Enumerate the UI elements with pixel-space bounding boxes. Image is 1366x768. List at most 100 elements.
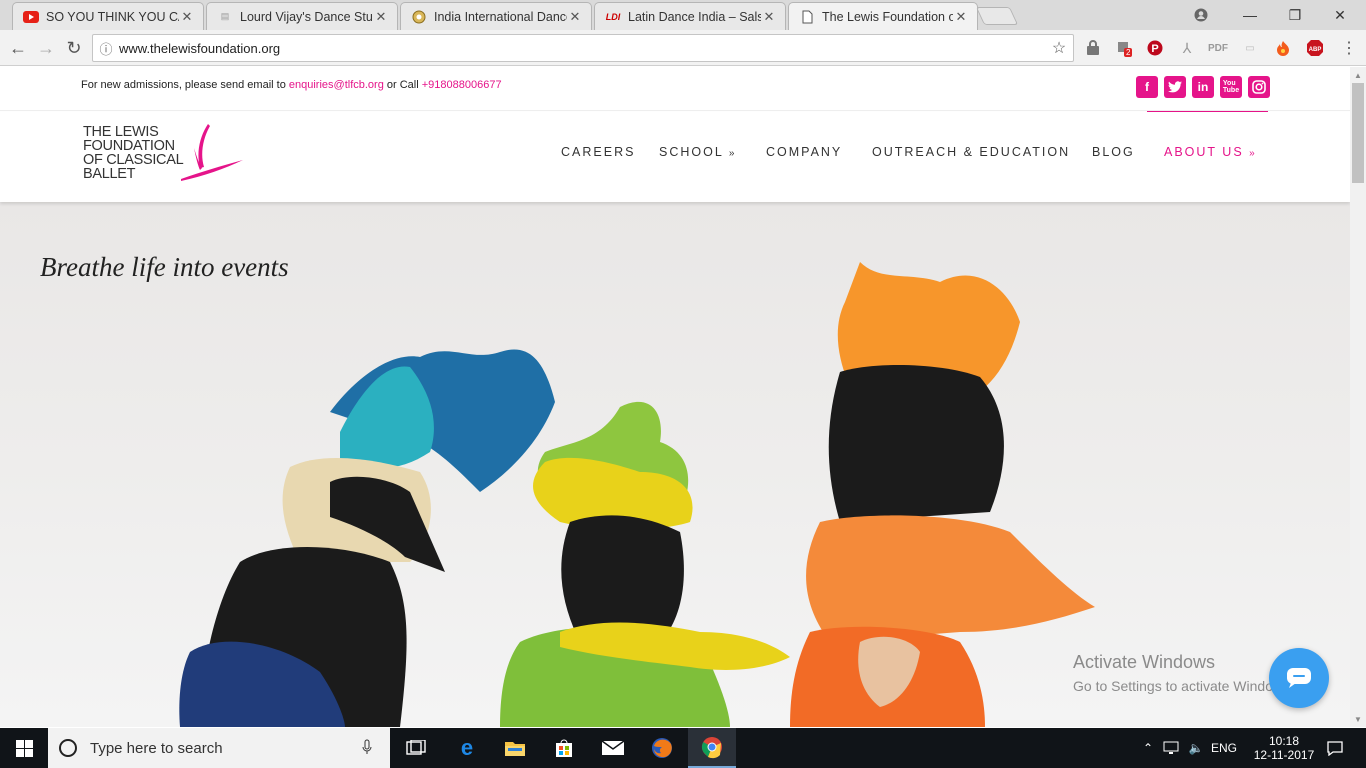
- phone-link[interactable]: +918088006677: [422, 79, 502, 91]
- clock-date: 12-11-2017: [1253, 748, 1315, 762]
- chrome-icon[interactable]: [688, 728, 736, 768]
- close-tab-icon[interactable]: ✕: [761, 9, 777, 25]
- firefox-icon[interactable]: [638, 728, 686, 768]
- store-icon[interactable]: [540, 728, 588, 768]
- browser-tab[interactable]: LDI Latin Dance India – Salsa ✕: [594, 2, 786, 30]
- web-page: For new admissions, please send email to…: [0, 67, 1350, 727]
- action-center-icon[interactable]: [1320, 728, 1350, 768]
- nav-careers[interactable]: CAREERS: [561, 145, 635, 159]
- svg-text:ABP: ABP: [1309, 47, 1322, 53]
- acrobat-icon[interactable]: ⅄: [1177, 38, 1197, 58]
- close-window-icon[interactable]: ✕: [1317, 0, 1363, 30]
- instagram-icon[interactable]: [1248, 76, 1270, 98]
- microphone-icon[interactable]: [362, 739, 372, 758]
- menu-icon[interactable]: ⋮: [1339, 38, 1359, 58]
- language-indicator[interactable]: ENG: [1208, 728, 1240, 768]
- nav-label: CAREERS: [561, 145, 636, 159]
- social-links: f in You Tube: [1136, 76, 1270, 98]
- adblock-icon[interactable]: ABP: [1305, 38, 1325, 58]
- watermark-line2: Go to Settings to activate Windows.: [1073, 678, 1294, 694]
- close-tab-icon[interactable]: ✕: [953, 9, 969, 25]
- nav-outreach-education[interactable]: OUTREACH & EDUCATION: [872, 145, 1070, 159]
- task-view-icon[interactable]: [392, 728, 440, 768]
- cortana-icon: [59, 739, 77, 757]
- windows-start-icon[interactable]: [0, 728, 48, 768]
- clock-time: 10:18: [1268, 734, 1300, 748]
- nav-blog[interactable]: BLOG: [1092, 145, 1135, 159]
- hero-banner: Breathe life into events Activate Window…: [0, 202, 1350, 727]
- browser-tab[interactable]: ▤ Lourd Vijay's Dance Stud ✕: [206, 2, 398, 30]
- fire-icon[interactable]: [1273, 38, 1293, 58]
- nav-school[interactable]: SCHOOL »: [659, 145, 736, 159]
- youtube-icon[interactable]: You Tube: [1220, 76, 1242, 98]
- top-info-bar: For new admissions, please send email to…: [0, 67, 1350, 115]
- site-logo[interactable]: THE LEWIS FOUNDATION OF CLASSICAL BALLET: [83, 124, 184, 182]
- twitter-icon[interactable]: [1164, 76, 1186, 98]
- mail-icon[interactable]: [589, 728, 637, 768]
- facebook-icon[interactable]: f: [1136, 76, 1158, 98]
- clock[interactable]: 10:18 12-11-2017: [1248, 728, 1320, 768]
- close-tab-icon[interactable]: ✕: [567, 9, 583, 25]
- tab-title: India International Dance: [434, 9, 567, 24]
- new-tab-button[interactable]: [975, 7, 1019, 25]
- email-link[interactable]: enquiries@tlfcb.org: [289, 79, 384, 91]
- iidc-icon: [411, 9, 427, 25]
- logo-line: BALLET: [83, 166, 136, 182]
- tab-title: Latin Dance India – Salsa: [628, 9, 761, 24]
- url-text[interactable]: www.thelewisfoundation.org: [119, 41, 1045, 56]
- search-placeholder: Type here to search: [90, 739, 223, 757]
- browser-tab-active[interactable]: The Lewis Foundation of ✕: [788, 2, 978, 30]
- show-hidden-icons-icon[interactable]: ⌃: [1138, 728, 1158, 768]
- scroll-down-icon[interactable]: ▼: [1350, 711, 1366, 727]
- minimize-icon[interactable]: —: [1227, 0, 1273, 30]
- extension-badge-count: 2: [1124, 48, 1133, 57]
- edge-icon[interactable]: e: [443, 728, 491, 768]
- nav-label: BLOG: [1092, 145, 1135, 159]
- info-icon[interactable]: ⓘ: [93, 39, 119, 58]
- scroll-up-icon[interactable]: ▲: [1350, 67, 1366, 83]
- pinterest-icon[interactable]: P: [1145, 38, 1165, 58]
- close-tab-icon[interactable]: ✕: [373, 9, 389, 25]
- file-explorer-icon[interactable]: [491, 728, 539, 768]
- pdf-icon[interactable]: PDF: [1208, 38, 1228, 58]
- nav-label: ABOUT US: [1164, 145, 1244, 159]
- chat-widget-button[interactable]: [1269, 648, 1329, 708]
- extension-icon[interactable]: ▭: [1240, 38, 1260, 58]
- browser-tab[interactable]: India International Dance ✕: [400, 2, 592, 30]
- back-icon[interactable]: ←: [6, 36, 30, 60]
- logo-line: FOUNDATION: [83, 138, 175, 154]
- ballet-logo-mark-icon: [181, 124, 243, 181]
- logo-line: THE LEWIS: [83, 124, 159, 140]
- tab-title: SO YOU THINK YOU CAN: [46, 9, 179, 24]
- activate-windows-watermark: Activate Windows Go to Settings to activ…: [1073, 652, 1294, 694]
- nav-label: COMPANY: [766, 145, 843, 159]
- document-icon: [799, 9, 815, 25]
- reload-icon[interactable]: ↻: [62, 36, 86, 60]
- admission-prefix: For new admissions, please send email to: [81, 79, 289, 91]
- lock-extension-icon[interactable]: [1083, 38, 1103, 58]
- browser-tab[interactable]: SO YOU THINK YOU CAN ✕: [12, 2, 204, 30]
- restore-icon[interactable]: ❐: [1272, 0, 1318, 30]
- nav-company[interactable]: COMPANY: [766, 145, 842, 159]
- extension-badge-icon[interactable]: 2: [1114, 38, 1134, 58]
- forward-icon[interactable]: →: [34, 36, 58, 60]
- linkedin-icon[interactable]: in: [1192, 76, 1214, 98]
- scrollbar-thumb[interactable]: [1352, 83, 1364, 183]
- tab-strip: SO YOU THINK YOU CAN ✕ ▤ Lourd Vijay's D…: [0, 0, 1366, 30]
- watermark-line1: Activate Windows: [1073, 652, 1216, 672]
- profile-icon[interactable]: [1178, 0, 1224, 30]
- bookmark-star-icon[interactable]: ☆: [1045, 38, 1073, 58]
- chevron-down-icon: »: [728, 148, 737, 159]
- address-bar[interactable]: ⓘ www.thelewisfoundation.org ☆: [92, 34, 1074, 62]
- ldi-icon: LDI: [605, 11, 621, 22]
- close-tab-icon[interactable]: ✕: [179, 9, 195, 25]
- nav-about-us[interactable]: ABOUT US »: [1164, 145, 1257, 159]
- page-scrollbar[interactable]: ▲ ▼: [1350, 67, 1366, 727]
- browser-toolbar: ← → ↻ ⓘ www.thelewisfoundation.org ☆ 2 P…: [0, 30, 1366, 66]
- taskbar-search-input[interactable]: Type here to search: [48, 728, 390, 768]
- network-icon[interactable]: [1160, 728, 1184, 768]
- chevron-down-icon: »: [1249, 148, 1257, 159]
- site-header: THE LEWIS FOUNDATION OF CLASSICAL BALLET…: [0, 112, 1350, 202]
- volume-icon[interactable]: 🔈: [1185, 728, 1207, 768]
- nav-label: SCHOOL: [659, 145, 724, 159]
